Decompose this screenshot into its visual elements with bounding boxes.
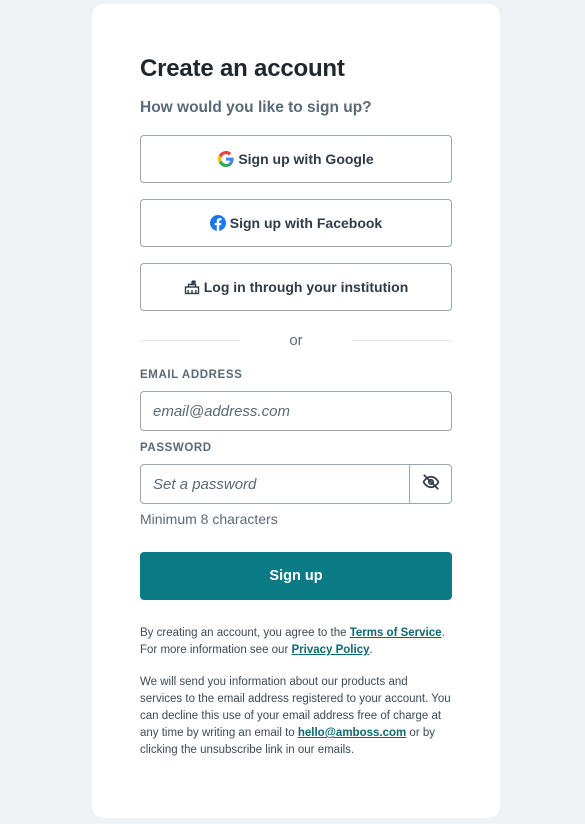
divider-or-text: or <box>289 331 303 349</box>
institution-login-label: Log in through your institution <box>203 279 409 295</box>
or-divider: or <box>140 331 452 349</box>
contact-email-link[interactable]: hello@amboss.com <box>298 727 406 739</box>
signup-method-prompt: How would you like to sign up? <box>140 99 372 116</box>
terms-notice: By creating an account, you agree to the… <box>140 625 452 659</box>
google-icon <box>218 151 234 167</box>
password-field[interactable] <box>141 465 410 503</box>
institution-building-icon <box>184 279 200 295</box>
email-field[interactable] <box>141 392 451 430</box>
password-hint: Minimum 8 characters <box>140 511 278 527</box>
toggle-password-visibility-button[interactable] <box>409 465 451 503</box>
password-field-label: PASSWORD <box>140 442 212 454</box>
marketing-notice: We will send you information about our p… <box>140 674 452 759</box>
facebook-signup-label: Sign up with Facebook <box>229 215 383 231</box>
google-signup-label: Sign up with Google <box>238 151 374 167</box>
terms-prefix-text: By creating an account, you agree to the <box>140 627 350 639</box>
signup-card: Create an account How would you like to … <box>92 4 500 818</box>
privacy-prefix-text: For more information see our <box>140 644 292 656</box>
terms-suffix-text: . <box>441 627 445 639</box>
terms-of-service-link[interactable]: Terms of Service <box>350 627 442 639</box>
institution-login-button[interactable]: Log in through your institution <box>140 263 452 311</box>
divider-line-right <box>352 339 452 341</box>
page-title: Create an account <box>140 55 345 82</box>
divider-line-left <box>140 339 240 341</box>
email-field-label: EMAIL ADDRESS <box>140 369 243 381</box>
facebook-signup-button[interactable]: Sign up with Facebook <box>140 199 452 247</box>
eye-slash-icon <box>422 473 440 496</box>
privacy-suffix-text: . <box>369 644 373 656</box>
signup-button[interactable]: Sign up <box>140 552 452 600</box>
privacy-policy-link[interactable]: Privacy Policy <box>291 644 369 656</box>
facebook-icon <box>209 215 226 231</box>
password-field-box <box>140 464 452 504</box>
email-field-box <box>140 391 452 431</box>
google-signup-button[interactable]: Sign up with Google <box>140 135 452 183</box>
